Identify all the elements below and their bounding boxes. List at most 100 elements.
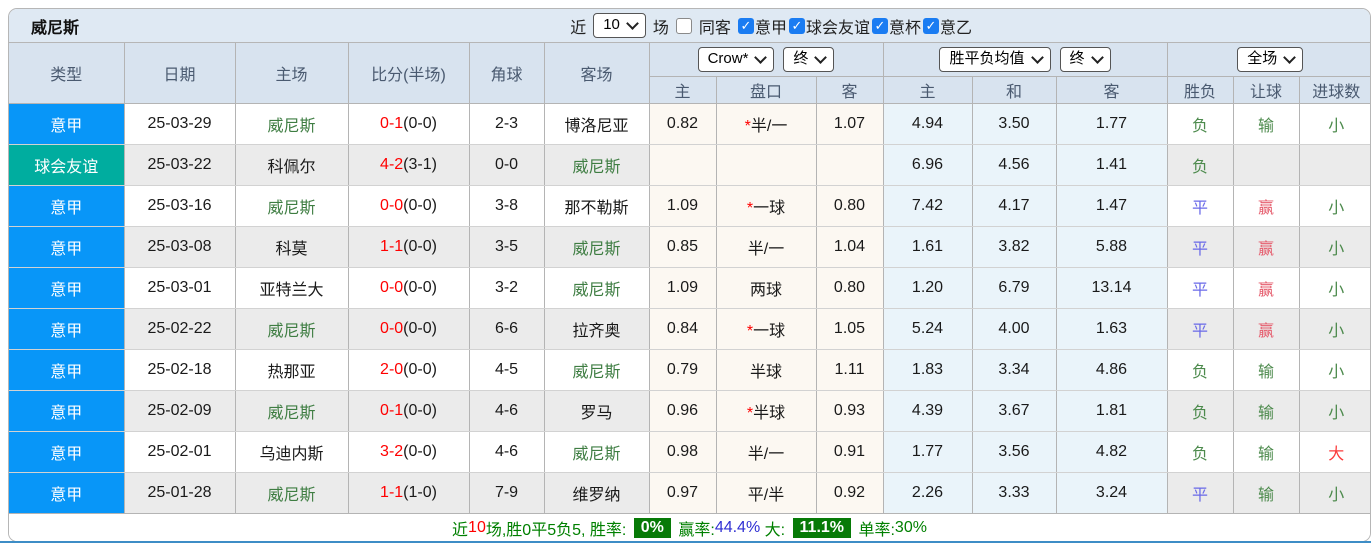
league-filter-checkbox[interactable] <box>788 17 805 34</box>
away-team: 博洛尼亚 <box>544 103 650 145</box>
league-filter[interactable]: 意杯 <box>871 14 921 38</box>
league-badge: 意甲 <box>9 185 125 227</box>
avg-home: 4.94 <box>883 103 973 145</box>
summary-text: 单率: <box>854 521 895 539</box>
sub-header-odds-away: 客 <box>816 76 884 104</box>
avg-draw: 6.79 <box>972 267 1057 309</box>
avg-away: 1.81 <box>1056 390 1168 432</box>
col-header-corners: 角球 <box>469 43 545 104</box>
chevron-down-icon <box>814 50 828 64</box>
league-badge: 意甲 <box>9 267 125 309</box>
avg-away: 4.86 <box>1056 349 1168 391</box>
odds-away: 0.92 <box>816 472 884 514</box>
avg-draw: 4.00 <box>972 308 1057 350</box>
handicap: *半球 <box>716 390 817 432</box>
avg-draw: 4.17 <box>972 185 1057 227</box>
odds-away: 1.11 <box>816 349 884 391</box>
avg-away: 13.14 <box>1056 267 1168 309</box>
league-filter[interactable]: 球会友谊 <box>788 14 870 38</box>
goals: 小 <box>1299 390 1370 432</box>
odds-home: 1.09 <box>649 267 717 309</box>
odds-source-select[interactable]: Crow* <box>697 47 775 72</box>
result: 平 <box>1167 472 1234 514</box>
near-label: 近 <box>570 19 587 37</box>
handicap: 半/一 <box>716 431 817 473</box>
odds-home: 0.96 <box>649 390 717 432</box>
league-badge: 意甲 <box>9 472 125 514</box>
summary-text: 近 <box>452 521 469 539</box>
avg-home: 1.83 <box>883 349 973 391</box>
corners: 0-0 <box>469 144 545 186</box>
match-date: 25-02-09 <box>124 390 236 432</box>
odds-home: 0.97 <box>649 472 717 514</box>
away-team: 威尼斯 <box>544 226 650 268</box>
handicap-result: 输 <box>1233 431 1300 473</box>
match-date: 25-03-01 <box>124 267 236 309</box>
goals: 小 <box>1299 226 1370 268</box>
score: 2-0(0-0) <box>348 349 470 391</box>
handicap-result: 赢 <box>1233 308 1300 350</box>
near-count-select[interactable]: 10 <box>593 13 646 38</box>
match-rows: 意甲 25-03-29 威尼斯 0-1(0-0) 2-3 博洛尼亚 0.82 *… <box>9 103 1370 514</box>
summary-text: 大: <box>760 521 790 539</box>
result: 负 <box>1167 144 1234 186</box>
score: 0-0(0-0) <box>348 185 470 227</box>
corners: 2-3 <box>469 103 545 145</box>
league-filter[interactable]: 意乙 <box>922 14 972 38</box>
same-away-label: 同客 <box>698 19 731 37</box>
home-team: 威尼斯 <box>235 103 349 145</box>
handicap-result: 赢 <box>1233 226 1300 268</box>
avg-home: 4.39 <box>883 390 973 432</box>
result: 负 <box>1167 431 1234 473</box>
match-history-panel: 威尼斯 近 10 场 同客 意甲 球会友谊 意杯 意乙 <box>8 8 1371 542</box>
avg-draw: 3.82 <box>972 226 1057 268</box>
odds-time-select[interactable]: 终 <box>783 47 835 72</box>
league-badge: 意甲 <box>9 308 125 350</box>
avg-away: 5.88 <box>1056 226 1168 268</box>
league-badge: 意甲 <box>9 390 125 432</box>
odds-away: 0.93 <box>816 390 884 432</box>
odds-home: 0.98 <box>649 431 717 473</box>
league-filter-label: 意杯 <box>888 19 921 37</box>
odds-away: 0.80 <box>816 267 884 309</box>
score: 1-1(0-0) <box>348 226 470 268</box>
avg-draw: 3.50 <box>972 103 1057 145</box>
col-header-home: 主场 <box>235 43 349 104</box>
corners: 3-8 <box>469 185 545 227</box>
col-header-date: 日期 <box>124 43 236 104</box>
home-team: 威尼斯 <box>235 472 349 514</box>
score: 0-1(0-0) <box>348 103 470 145</box>
avg-time-select[interactable]: 终 <box>1059 47 1111 72</box>
avg-type-select[interactable]: 胜平负均值 <box>939 47 1051 72</box>
league-filter-checkbox[interactable] <box>871 17 888 34</box>
odds-home: 0.84 <box>649 308 717 350</box>
result: 负 <box>1167 390 1234 432</box>
match-date: 25-03-08 <box>124 226 236 268</box>
home-team: 威尼斯 <box>235 308 349 350</box>
sub-header-avg-home: 主 <box>883 76 973 104</box>
odds-away: 1.04 <box>816 226 884 268</box>
handicap: 平/半 <box>716 472 817 514</box>
handicap-result: 输 <box>1233 103 1300 145</box>
home-team: 威尼斯 <box>235 390 349 432</box>
away-team: 威尼斯 <box>544 431 650 473</box>
scope-select[interactable]: 全场 <box>1237 47 1304 72</box>
league-filter[interactable]: 意甲 <box>737 14 787 38</box>
league-filter-checkbox[interactable] <box>922 17 939 34</box>
odds-away: 0.80 <box>816 185 884 227</box>
away-team: 威尼斯 <box>544 144 650 186</box>
odds-home: 1.09 <box>649 185 717 227</box>
league-filters: 意甲 球会友谊 意杯 意乙 <box>737 14 972 38</box>
table-row: 球会友谊 25-03-22 科佩尔 4-2(3-1) 0-0 威尼斯 6.96 … <box>9 144 1370 186</box>
league-filter-checkbox[interactable] <box>737 17 754 34</box>
summary-text: 赢率: <box>673 521 715 539</box>
section-divider <box>0 541 1371 543</box>
same-away-checkbox[interactable] <box>675 17 692 34</box>
match-date: 25-03-16 <box>124 185 236 227</box>
result: 平 <box>1167 226 1234 268</box>
avg-home: 7.42 <box>883 185 973 227</box>
result: 平 <box>1167 185 1234 227</box>
chevron-down-icon <box>1283 50 1297 64</box>
avg-home: 2.26 <box>883 472 973 514</box>
corners: 4-6 <box>469 431 545 473</box>
